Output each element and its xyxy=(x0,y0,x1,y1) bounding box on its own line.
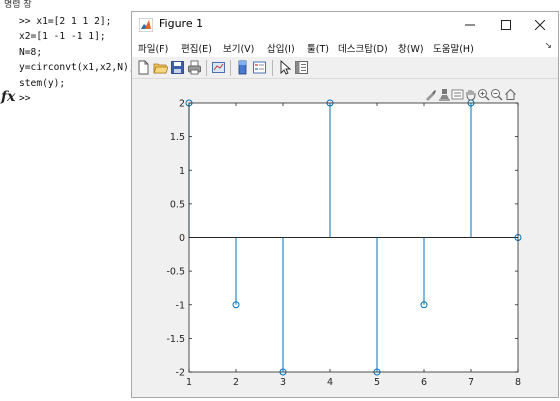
x-tick-label: 1 xyxy=(186,377,192,388)
pan-icon[interactable] xyxy=(464,88,477,101)
print-icon[interactable] xyxy=(187,60,202,75)
data-tips-icon[interactable] xyxy=(438,88,451,101)
open-file-icon[interactable] xyxy=(153,60,168,75)
plot-area: 1 2 3 4 5 6 7 8 -2 -1.5 -1 -0.5 0 0.5 1 1.5 2 xyxy=(132,79,558,397)
window-title: Figure 1 xyxy=(159,17,204,30)
close-button[interactable] xyxy=(524,12,556,38)
command-gutter xyxy=(0,11,16,401)
zoom-out-icon[interactable] xyxy=(490,88,503,101)
command-history[interactable]: >> x1=[2 1 1 2]; x2=[1 -1 -1 1]; N=8; y=… xyxy=(19,14,135,106)
figure-window[interactable]: Figure 1 파일(F) 편집(E) 보기(V) 삽입(I) 툴(T) 데스… xyxy=(131,11,559,398)
zoom-hover-icon[interactable] xyxy=(451,88,464,101)
colorbar-icon[interactable] xyxy=(235,60,250,75)
command-prompt[interactable]: >> xyxy=(19,91,135,106)
title-bar[interactable]: Figure 1 xyxy=(132,12,558,38)
close-icon xyxy=(535,20,545,30)
toolbar-separator xyxy=(206,60,207,76)
menu-insert[interactable]: 삽입(I) xyxy=(267,41,295,55)
x-tick-label: 4 xyxy=(327,377,333,388)
minimize-button[interactable] xyxy=(454,12,486,38)
command-line: >> x1=[2 1 1 2]; xyxy=(19,16,112,27)
pointer-icon[interactable] xyxy=(277,60,292,75)
command-window-title: 명령 창 xyxy=(4,0,32,10)
menu-desktop[interactable]: 데스크탑(D) xyxy=(338,41,388,55)
y-tick-label: -1.5 xyxy=(166,334,185,345)
command-line: x2=[1 -1 -1 1]; xyxy=(19,31,106,43)
menu-tools[interactable]: 툴(T) xyxy=(307,41,329,55)
toolbar-separator xyxy=(230,60,231,76)
figure-toolbar xyxy=(132,57,558,79)
menu-file[interactable]: 파일(F) xyxy=(138,41,168,55)
new-figure-icon[interactable] xyxy=(136,60,151,75)
y-tick-label: 0.5 xyxy=(170,199,185,210)
menu-view[interactable]: 보기(V) xyxy=(223,41,254,55)
brush-icon[interactable] xyxy=(424,88,437,101)
menu-window[interactable]: 창(W) xyxy=(398,41,424,55)
menu-help[interactable]: 도움말(H) xyxy=(433,41,474,55)
y-tick-label: -1 xyxy=(176,300,185,311)
x-tick-label: 5 xyxy=(374,377,380,388)
toolbar-overflow-icon[interactable]: ↘ xyxy=(544,41,552,51)
command-line: stem(y); xyxy=(19,77,66,89)
command-line: y=circonvt(x1,x2,N); xyxy=(19,62,135,74)
maximize-button[interactable] xyxy=(490,12,522,38)
x-tick-label: 6 xyxy=(421,377,427,388)
x-tick-label: 8 xyxy=(515,377,521,388)
maximize-icon xyxy=(501,20,511,30)
x-tick-label: 2 xyxy=(233,377,239,388)
y-tick-label: 0 xyxy=(179,233,185,244)
save-icon[interactable] xyxy=(170,60,185,75)
home-icon[interactable] xyxy=(504,88,517,101)
y-tick-label: 1.5 xyxy=(170,132,185,143)
y-tick-label: -2 xyxy=(176,368,185,379)
toolbar-separator xyxy=(272,60,273,76)
link-plot-icon[interactable] xyxy=(211,60,226,75)
x-tick-label: 7 xyxy=(468,377,474,388)
y-tick-label: 2 xyxy=(179,99,185,110)
command-line: N=8; xyxy=(19,46,43,58)
property-inspector-icon[interactable] xyxy=(294,60,309,75)
matlab-icon xyxy=(139,18,153,32)
menu-bar: 파일(F) 편집(E) 보기(V) 삽입(I) 툴(T) 데스크탑(D) 창(W… xyxy=(132,38,558,57)
stem-chart[interactable]: 1 2 3 4 5 6 7 8 -2 -1.5 -1 -0.5 0 0.5 1 1.5 2 xyxy=(132,79,558,397)
y-tick-label: 1 xyxy=(179,166,185,177)
legend-icon[interactable] xyxy=(252,60,267,75)
x-tick-label: 3 xyxy=(280,377,286,388)
menu-edit[interactable]: 편집(E) xyxy=(181,41,212,55)
zoom-in-icon[interactable] xyxy=(477,88,490,101)
y-tick-label: -0.5 xyxy=(166,267,185,278)
minimize-icon xyxy=(465,24,475,26)
function-browser-icon[interactable]: fx xyxy=(1,89,15,105)
